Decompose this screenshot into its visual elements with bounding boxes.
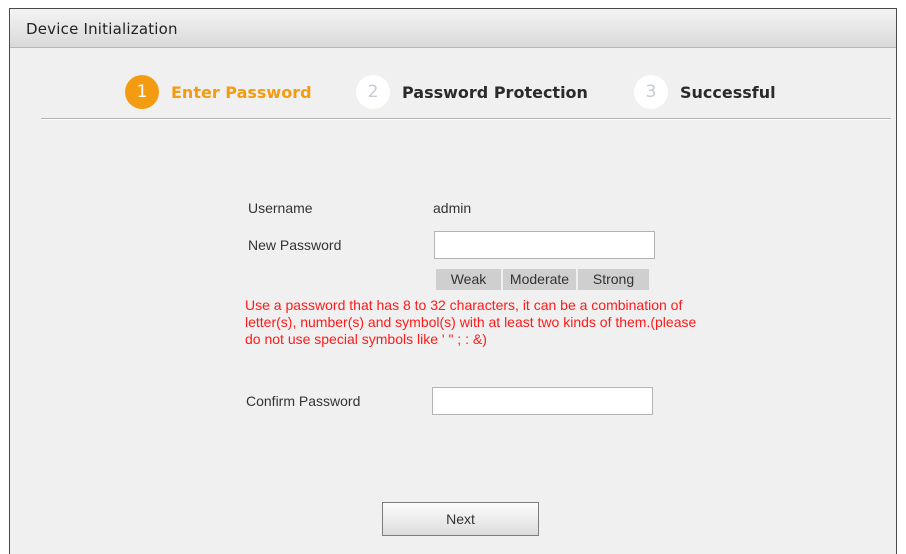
step-label: Enter Password [171,83,312,102]
username-value: admin [433,200,472,216]
step-number-badge: 2 [356,75,390,109]
username-label: Username [248,200,313,216]
confirm-password-field[interactable] [432,387,653,415]
window-title: Device Initialization [26,20,178,38]
strength-weak: Weak [436,269,501,290]
new-password-field[interactable] [434,231,655,259]
password-strength-meter: Weak Moderate Strong [436,269,649,290]
steps-divider [41,118,891,120]
title-bar: Device Initialization [10,9,896,48]
step-label: Password Protection [402,83,588,102]
password-rules-hint: Use a password that has 8 to 32 characte… [245,297,697,347]
strength-moderate: Moderate [503,269,576,290]
step-number-badge: 3 [634,75,668,109]
new-password-label: New Password [248,237,342,253]
confirm-password-label: Confirm Password [246,393,361,409]
next-button[interactable]: Next [382,502,539,536]
strength-strong: Strong [578,269,649,290]
step-label: Successful [680,83,776,102]
step-number-badge: 1 [125,75,159,109]
